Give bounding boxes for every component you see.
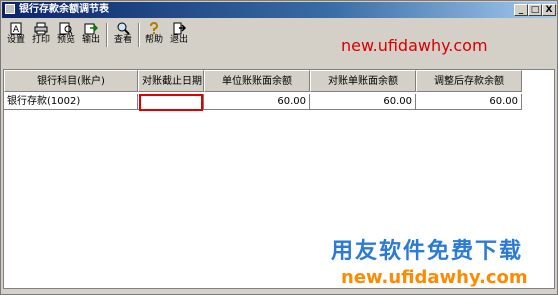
reconciliation-window: 银行存款余额调节表 _ □ X A 设置 打印 预览 输出 查看 帮助 退出 n…	[0, 0, 558, 295]
cell-adjusted-balance[interactable]: 60.00	[416, 94, 522, 110]
app-icon	[5, 4, 15, 14]
export-label: 输出	[81, 35, 100, 45]
watermark-url-top: new.ufidawhy.com	[341, 36, 488, 55]
preview-button[interactable]: 预览	[54, 21, 78, 49]
printer-icon	[34, 22, 48, 35]
exit-label: 退出	[169, 35, 188, 45]
column-header-statement-balance[interactable]: 对账单账面余额	[310, 70, 416, 92]
export-icon	[84, 23, 98, 35]
svg-text:A: A	[13, 25, 20, 35]
exit-button[interactable]: 退出	[167, 21, 191, 49]
print-label: 打印	[31, 35, 50, 45]
settings-button[interactable]: A 设置	[5, 21, 27, 49]
export-button[interactable]: 输出	[79, 21, 103, 49]
table-row[interactable]: 银行存款(1002) 60.00 60.00 60.00	[4, 94, 554, 110]
watermark-url-bottom: new.ufidawhy.com	[341, 267, 528, 288]
cell-statement-balance[interactable]: 60.00	[310, 94, 416, 110]
search-icon	[117, 22, 130, 35]
preview-label: 预览	[56, 35, 75, 45]
column-header-adjusted-balance[interactable]: 调整后存款余额	[416, 70, 522, 92]
window-title: 银行存款余额调节表	[19, 4, 109, 15]
toolbar-separator	[106, 23, 108, 47]
toolbar-separator	[138, 23, 140, 47]
help-label: 帮助	[144, 35, 163, 45]
print-button[interactable]: 打印	[29, 21, 53, 49]
watermark-download-text: 用友软件免费下载	[331, 239, 524, 264]
title-bar[interactable]: 银行存款余额调节表 _ □ X	[2, 2, 556, 18]
minimize-button[interactable]: _	[514, 4, 528, 16]
help-icon	[150, 22, 159, 34]
settings-icon: A	[10, 22, 22, 35]
column-header-account[interactable]: 银行科目(账户)	[4, 70, 138, 92]
view-label: 查看	[113, 35, 132, 45]
exit-icon	[173, 22, 186, 35]
cutoff-date-highlight[interactable]	[139, 94, 203, 111]
cell-book-balance[interactable]: 60.00	[204, 94, 310, 110]
settings-label: 设置	[6, 35, 25, 45]
view-button[interactable]: 查看	[111, 21, 135, 49]
preview-icon	[59, 22, 73, 35]
column-header-book-balance[interactable]: 单位账账面余额	[204, 70, 310, 92]
cell-account[interactable]: 银行存款(1002)	[4, 94, 138, 110]
maximize-button[interactable]: □	[528, 4, 542, 16]
column-header-cutoff-date[interactable]: 对账截止日期	[138, 70, 204, 92]
table-header-row: 银行科目(账户) 对账截止日期 单位账账面余额 对账单账面余额 调整后存款余额	[4, 70, 554, 92]
close-button[interactable]: X	[542, 4, 556, 16]
help-button[interactable]: 帮助	[142, 21, 166, 49]
